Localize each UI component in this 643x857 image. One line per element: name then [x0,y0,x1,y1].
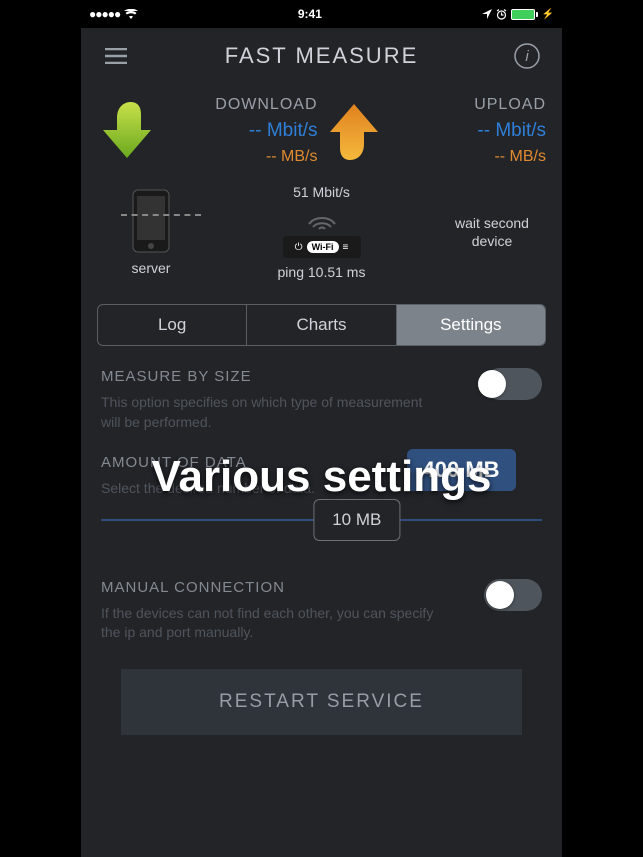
upload-mbit: -- Mbit/s [394,120,547,142]
section-measure-by-size: MEASURE BY SIZE This option specifies on… [81,346,562,432]
alarm-icon [496,9,507,20]
phone-icon [131,188,171,254]
ping-text: ping 10.51 ms [278,264,366,280]
download-arrow-icon [97,100,155,162]
info-button[interactable]: i [512,41,542,71]
amount-desc: Select the desired number of data. [101,479,441,499]
metrics-row: DOWNLOAD -- Mbit/s -- MB/s UPLOAD -- Mbi… [81,84,562,174]
charging-icon: ⚡ [542,9,554,20]
manual-title: MANUAL CONNECTION [101,579,441,596]
tab-charts[interactable]: Charts [247,305,396,345]
location-icon [482,9,492,19]
svg-text:i: i [525,48,529,65]
restart-button[interactable]: RESTART SERVICE [121,669,522,735]
upload-mb: -- MB/s [394,148,547,166]
download-label: DOWNLOAD [165,96,318,114]
wifi-icon [124,9,138,19]
nav-bar: FAST MEASURE i [81,28,562,84]
upload-arrow-icon [326,100,384,162]
connection-line [121,214,201,216]
status-bar: ●●●●● 9:41 ⚡ [81,0,562,28]
connection-diagram: server 51 Mbit/s ⏻ Wi-Fi ≡ ping 10.51 ms… [81,174,562,290]
server-label: server [132,260,171,276]
tabs: Log Charts Settings [97,304,546,346]
upload-label: UPLOAD [394,96,547,114]
amount-tooltip: 400 MB [407,449,516,491]
manual-desc: If the devices can not find each other, … [101,604,441,643]
signal-dots: ●●●●● [89,7,120,21]
tab-settings[interactable]: Settings [397,305,545,345]
measure-desc: This option specifies on which type of m… [101,393,441,432]
status-time: 9:41 [298,7,322,21]
app-screen: ●●●●● 9:41 ⚡ FAST MEASURE i DOWNLOAD -- … [81,0,562,857]
download-mbit: -- Mbit/s [165,120,318,142]
link-rate: 51 Mbit/s [293,184,350,200]
section-amount: AMOUNT OF DATA Select the desired number… [81,432,562,521]
wifi-signal-icon [305,206,339,230]
measure-title: MEASURE BY SIZE [101,368,441,385]
measure-toggle[interactable] [484,368,542,400]
wait-text: wait second device [442,214,542,250]
menu-button[interactable] [101,41,131,71]
page-title: FAST MEASURE [225,43,419,69]
download-mb: -- MB/s [165,148,318,166]
amount-value[interactable]: 10 MB [313,499,400,541]
manual-toggle[interactable] [484,579,542,611]
router-icon: ⏻ Wi-Fi ≡ [283,236,361,258]
section-manual: MANUAL CONNECTION If the devices can not… [81,557,562,643]
battery-icon [511,9,538,20]
tab-log[interactable]: Log [98,305,247,345]
